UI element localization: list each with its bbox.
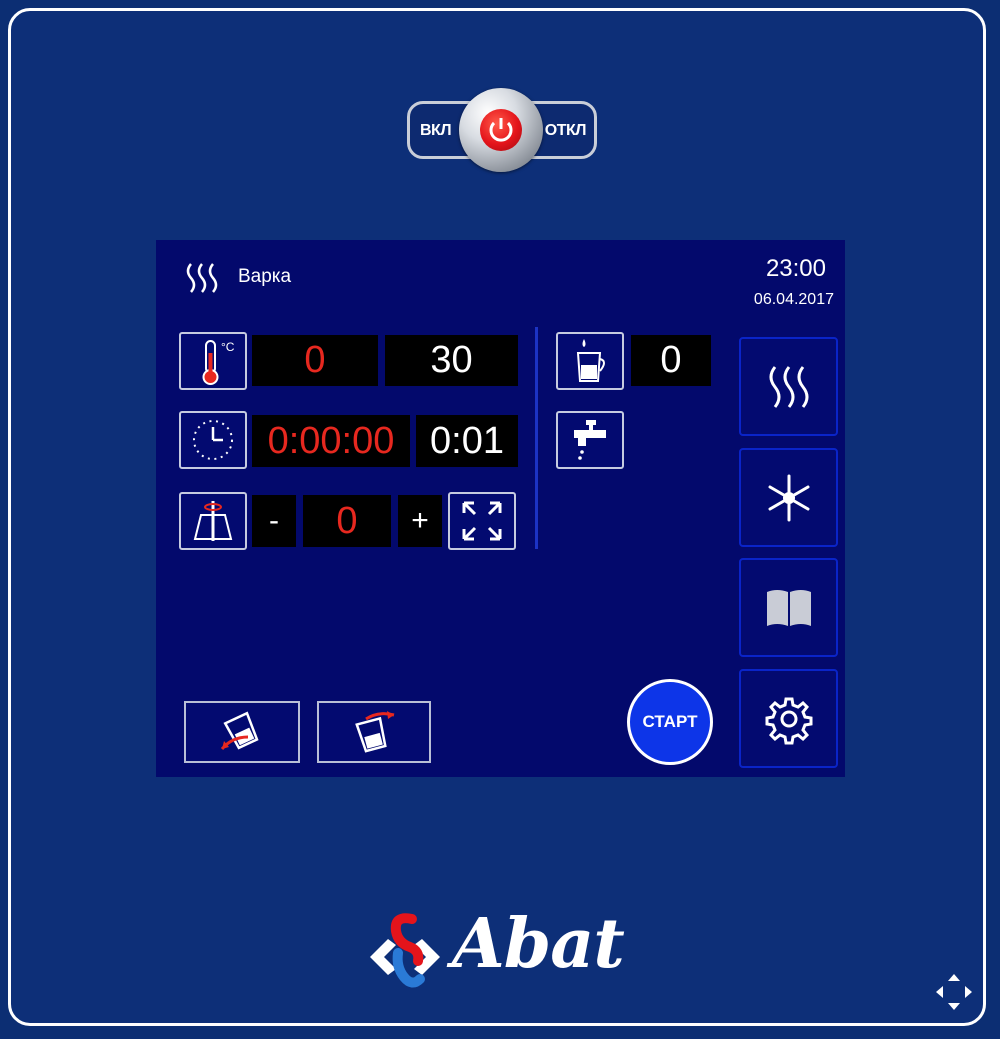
timer-button[interactable] [179, 411, 247, 469]
water-tap-button[interactable] [556, 411, 624, 469]
power-on-label: ВКЛ [420, 122, 452, 139]
water-tap-icon [574, 420, 606, 460]
steam-mode-icon [769, 365, 808, 408]
brand-name: Abat [452, 904, 625, 984]
timer-current: 0:00:00 [252, 415, 410, 467]
expand-arrows-icon [462, 501, 502, 541]
side-menu-steam[interactable] [739, 337, 838, 436]
clock-icon [193, 420, 233, 460]
side-menu-cooling[interactable] [739, 448, 838, 547]
fullscreen-button[interactable] [448, 492, 516, 550]
settings-gear-icon [765, 697, 812, 744]
thermometer-celsius-icon: °C [202, 340, 235, 385]
mixer-icon [193, 501, 233, 541]
mixer-button[interactable] [179, 492, 247, 550]
mode-title: Варка [238, 266, 292, 287]
mixer-minus-button[interactable]: - [252, 495, 296, 547]
timer-target[interactable]: 0:01 [416, 415, 518, 467]
water-volume-value[interactable]: 0 [631, 335, 711, 386]
power-off-label: ОТКЛ [544, 122, 587, 139]
svg-text:°C: °C [221, 340, 235, 354]
cooling-mode-icon [768, 474, 809, 521]
water-jug-icon [576, 339, 605, 382]
power-icon [489, 118, 513, 142]
temperature-current: 0 [252, 335, 378, 386]
power-button[interactable] [480, 109, 522, 151]
mixer-plus-button[interactable]: + [398, 495, 442, 547]
panel-divider [535, 327, 538, 549]
mixer-value: 0 [303, 495, 391, 547]
tilt-down-button[interactable] [184, 701, 300, 763]
temperature-target[interactable]: 30 [385, 335, 518, 386]
clock-date: 06.04.2017 [753, 291, 834, 308]
steam-mode-indicator-icon [186, 263, 218, 293]
start-button[interactable]: СТАРТ [627, 679, 713, 765]
side-menu-recipes[interactable] [739, 558, 838, 657]
tilt-down-icon [220, 711, 259, 750]
move-arrows-icon[interactable] [932, 970, 976, 1014]
recipe-book-icon [766, 589, 811, 626]
tilt-up-button[interactable] [317, 701, 431, 763]
tilt-up-icon [355, 711, 395, 753]
clock-time: 23:00 [765, 255, 826, 282]
temperature-button[interactable]: °C [179, 332, 247, 390]
side-menu-settings[interactable] [739, 669, 838, 768]
water-volume-button[interactable] [556, 332, 624, 390]
